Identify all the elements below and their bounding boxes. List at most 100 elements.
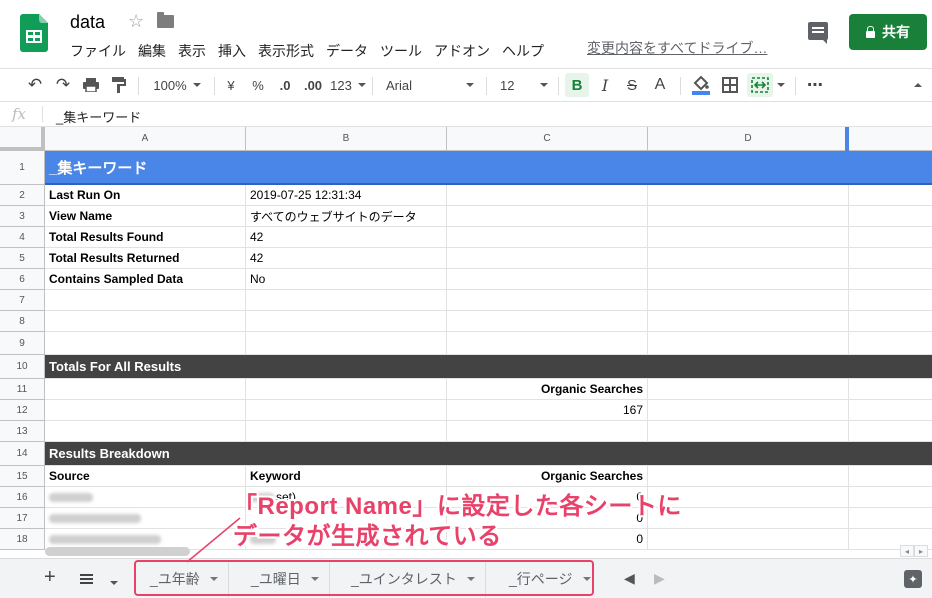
- empty-cell[interactable]: [447, 290, 648, 310]
- empty-cell[interactable]: [648, 269, 849, 289]
- empty-cell[interactable]: [45, 379, 246, 399]
- empty-cell[interactable]: [648, 332, 849, 354]
- row-header[interactable]: 14: [0, 442, 45, 466]
- empty-cell[interactable]: [45, 290, 246, 310]
- empty-cell[interactable]: [246, 311, 447, 331]
- print-icon[interactable]: [80, 69, 102, 101]
- empty-cell[interactable]: [648, 206, 849, 226]
- font-family-select[interactable]: Arial: [380, 69, 480, 101]
- breakdown-header-cell[interactable]: Results Breakdown: [45, 442, 445, 465]
- comment-icon[interactable]: [808, 22, 828, 44]
- info-label-cell[interactable]: Total Results Found: [45, 227, 246, 247]
- paint-format-icon[interactable]: [108, 69, 130, 101]
- empty-cell[interactable]: [45, 421, 246, 441]
- row-header[interactable]: 12: [0, 400, 45, 421]
- empty-cell[interactable]: [447, 206, 648, 226]
- more-formats-button[interactable]: 123: [330, 69, 366, 101]
- merge-cells-icon[interactable]: [747, 73, 773, 97]
- menu-format[interactable]: 表示形式: [258, 41, 314, 61]
- info-label-cell[interactable]: Last Run On: [45, 185, 246, 205]
- empty-cell[interactable]: [648, 466, 849, 486]
- empty-cell[interactable]: [648, 248, 849, 268]
- undo-icon[interactable]: ↶: [24, 69, 46, 101]
- column-label-keyword[interactable]: Keyword: [246, 466, 447, 486]
- merge-dropdown[interactable]: [774, 69, 788, 101]
- column-label-source[interactable]: Source: [45, 466, 246, 486]
- empty-cell[interactable]: [648, 379, 849, 399]
- row-header[interactable]: 2: [0, 185, 45, 206]
- borders-icon[interactable]: [719, 69, 741, 101]
- freeze-column-handle[interactable]: [845, 127, 849, 151]
- strikethrough-button[interactable]: S: [621, 69, 643, 101]
- row-header[interactable]: 17: [0, 508, 45, 529]
- bold-button[interactable]: B: [565, 73, 589, 97]
- menu-file[interactable]: ファイル: [70, 41, 126, 61]
- italic-button[interactable]: I: [594, 69, 616, 101]
- row-header[interactable]: 9: [0, 332, 45, 355]
- section-header-row[interactable]: Totals For All Results: [45, 355, 932, 379]
- info-value-cell[interactable]: No: [246, 269, 447, 289]
- row-header[interactable]: 16: [0, 487, 45, 508]
- empty-cell[interactable]: [246, 421, 447, 441]
- scroll-left-icon[interactable]: ◂: [900, 545, 914, 557]
- currency-button[interactable]: ¥: [220, 69, 242, 101]
- zoom-select[interactable]: 100%: [146, 69, 208, 101]
- scroll-tabs-left-icon[interactable]: ◀: [624, 570, 635, 587]
- decrease-decimal-button[interactable]: .0: [273, 69, 297, 101]
- row-header[interactable]: 6: [0, 269, 45, 290]
- info-value-cell[interactable]: 42: [246, 248, 447, 268]
- empty-cell[interactable]: [648, 185, 849, 205]
- increase-decimal-button[interactable]: .00: [300, 69, 326, 101]
- empty-cell[interactable]: [246, 332, 447, 354]
- sheets-logo-icon[interactable]: [20, 14, 48, 52]
- empty-cell[interactable]: [648, 421, 849, 441]
- document-title[interactable]: data: [70, 12, 105, 33]
- menu-help[interactable]: ヘルプ: [502, 41, 544, 61]
- add-sheet-icon[interactable]: +: [44, 566, 56, 589]
- empty-cell[interactable]: [45, 332, 246, 354]
- percent-button[interactable]: %: [247, 69, 269, 101]
- empty-cell[interactable]: [246, 400, 447, 420]
- menu-edit[interactable]: 編集: [138, 41, 166, 61]
- font-size-select[interactable]: 12: [494, 69, 554, 101]
- title-row[interactable]: _集キーワード: [45, 151, 932, 185]
- all-sheets-icon[interactable]: [80, 574, 93, 586]
- totals-header-cell[interactable]: Totals For All Results: [45, 355, 445, 378]
- row-header[interactable]: 10: [0, 355, 45, 379]
- column-label-organic-searches[interactable]: Organic Searches: [447, 466, 648, 486]
- info-value-cell[interactable]: 42: [246, 227, 447, 247]
- select-all-corner[interactable]: [0, 127, 45, 151]
- text-color-button[interactable]: A: [649, 69, 671, 101]
- row-header[interactable]: 15: [0, 466, 45, 487]
- empty-cell[interactable]: [447, 421, 648, 441]
- column-header-e[interactable]: [849, 127, 932, 151]
- menu-insert[interactable]: 挿入: [218, 41, 246, 61]
- empty-cell[interactable]: [648, 290, 849, 310]
- star-icon[interactable]: ☆: [128, 11, 144, 32]
- row-header[interactable]: 4: [0, 227, 45, 248]
- info-label-cell[interactable]: Contains Sampled Data: [45, 269, 246, 289]
- column-header-d[interactable]: D: [648, 127, 849, 151]
- source-cell[interactable]: [45, 508, 246, 528]
- empty-cell[interactable]: [447, 227, 648, 247]
- empty-cell[interactable]: [648, 227, 849, 247]
- row-header[interactable]: 3: [0, 206, 45, 227]
- save-status-link[interactable]: 変更内容をすべてドライブ…: [587, 38, 767, 58]
- explore-icon[interactable]: ✦: [904, 570, 922, 588]
- empty-cell[interactable]: [447, 332, 648, 354]
- empty-cell[interactable]: [648, 400, 849, 420]
- empty-cell[interactable]: [447, 311, 648, 331]
- menu-addons[interactable]: アドオン: [434, 41, 490, 61]
- menu-data[interactable]: データ: [326, 41, 368, 61]
- row-header[interactable]: 11: [0, 379, 45, 400]
- totals-metric-cell[interactable]: Organic Searches: [447, 379, 648, 399]
- redo-icon[interactable]: ↷: [52, 69, 74, 101]
- column-header-c[interactable]: C: [447, 127, 648, 151]
- row-header[interactable]: 18: [0, 529, 45, 550]
- row-header[interactable]: 5: [0, 248, 45, 269]
- collapse-menus-icon[interactable]: [910, 69, 926, 101]
- empty-cell[interactable]: [45, 311, 246, 331]
- info-value-cell[interactable]: すべてのウェブサイトのデータ: [246, 206, 447, 226]
- horizontal-scrollbar-thumb[interactable]: [45, 547, 190, 556]
- info-label-cell[interactable]: Total Results Returned: [45, 248, 246, 268]
